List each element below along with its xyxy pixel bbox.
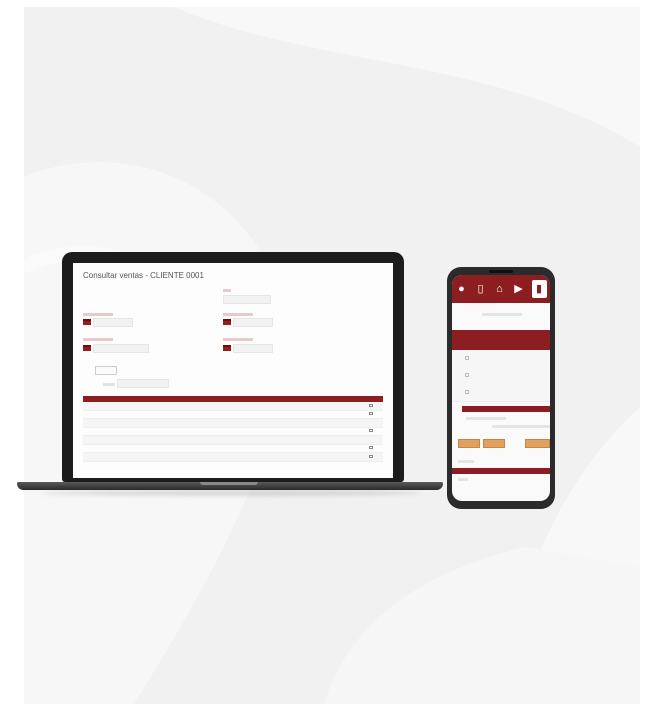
home-icon[interactable]: ⌂	[494, 283, 506, 295]
subtitle-bar	[482, 313, 522, 316]
phone-summary-header	[452, 468, 550, 474]
phone-table-footer	[462, 406, 550, 412]
action-button[interactable]	[483, 439, 505, 448]
laptop-shadow	[40, 490, 420, 496]
table-row[interactable]	[83, 444, 383, 453]
action-button[interactable]	[525, 439, 550, 448]
file-icon[interactable]: ▮	[531, 280, 547, 298]
field-label	[83, 338, 113, 341]
truck-icon[interactable]: ▶	[513, 283, 525, 295]
table-row[interactable]	[83, 418, 383, 428]
date-from-field[interactable]	[93, 318, 133, 327]
date-field[interactable]	[93, 344, 149, 353]
checkbox[interactable]	[465, 356, 469, 360]
list-item[interactable]	[452, 350, 550, 368]
list-item[interactable]	[452, 384, 550, 402]
pagination-info	[492, 425, 550, 428]
phone-screen: ● ▯ ⌂ ▶ ▮	[452, 275, 550, 501]
client-field[interactable]	[223, 295, 271, 304]
filter-field[interactable]	[117, 379, 169, 388]
row-info	[466, 417, 506, 420]
calendar-icon[interactable]	[83, 319, 91, 325]
list-item[interactable]	[452, 367, 550, 385]
table-row[interactable]	[83, 427, 383, 436]
printer-icon[interactable]	[369, 412, 373, 416]
checkbox[interactable]	[465, 373, 469, 377]
user-icon[interactable]: ●	[456, 283, 468, 295]
summary-row	[458, 478, 468, 481]
printer-icon[interactable]	[369, 403, 373, 407]
phone-speaker	[489, 270, 513, 273]
phone-navbar: ● ▯ ⌂ ▶ ▮	[452, 275, 550, 303]
field-label	[103, 383, 115, 386]
calendar-icon[interactable]	[223, 319, 231, 325]
section-label	[458, 460, 474, 463]
sales-table	[83, 396, 383, 462]
table-row[interactable]	[83, 452, 383, 462]
calendar-icon[interactable]	[83, 345, 91, 351]
printer-icon[interactable]	[369, 429, 373, 433]
document-icon[interactable]: ▯	[475, 283, 487, 295]
date-field[interactable]	[233, 344, 273, 353]
laptop-screen: Consultar ventas - CLIENTE 0001	[73, 263, 393, 478]
printer-icon[interactable]	[369, 454, 373, 458]
field-label	[223, 313, 253, 316]
phone-table-header	[452, 330, 550, 350]
field-label	[83, 313, 113, 316]
laptop-notch	[200, 482, 258, 485]
table-row[interactable]	[83, 402, 383, 411]
date-to-field[interactable]	[233, 318, 273, 327]
table-row[interactable]	[83, 410, 383, 419]
calendar-icon[interactable]	[223, 345, 231, 351]
search-button[interactable]	[95, 366, 117, 375]
printer-icon[interactable]	[369, 446, 373, 450]
action-button[interactable]	[458, 439, 480, 448]
table-row[interactable]	[83, 435, 383, 445]
field-label	[223, 338, 253, 341]
field-label	[223, 289, 231, 292]
checkbox[interactable]	[465, 390, 469, 394]
page-title: Consultar ventas - CLIENTE 0001	[83, 271, 204, 280]
